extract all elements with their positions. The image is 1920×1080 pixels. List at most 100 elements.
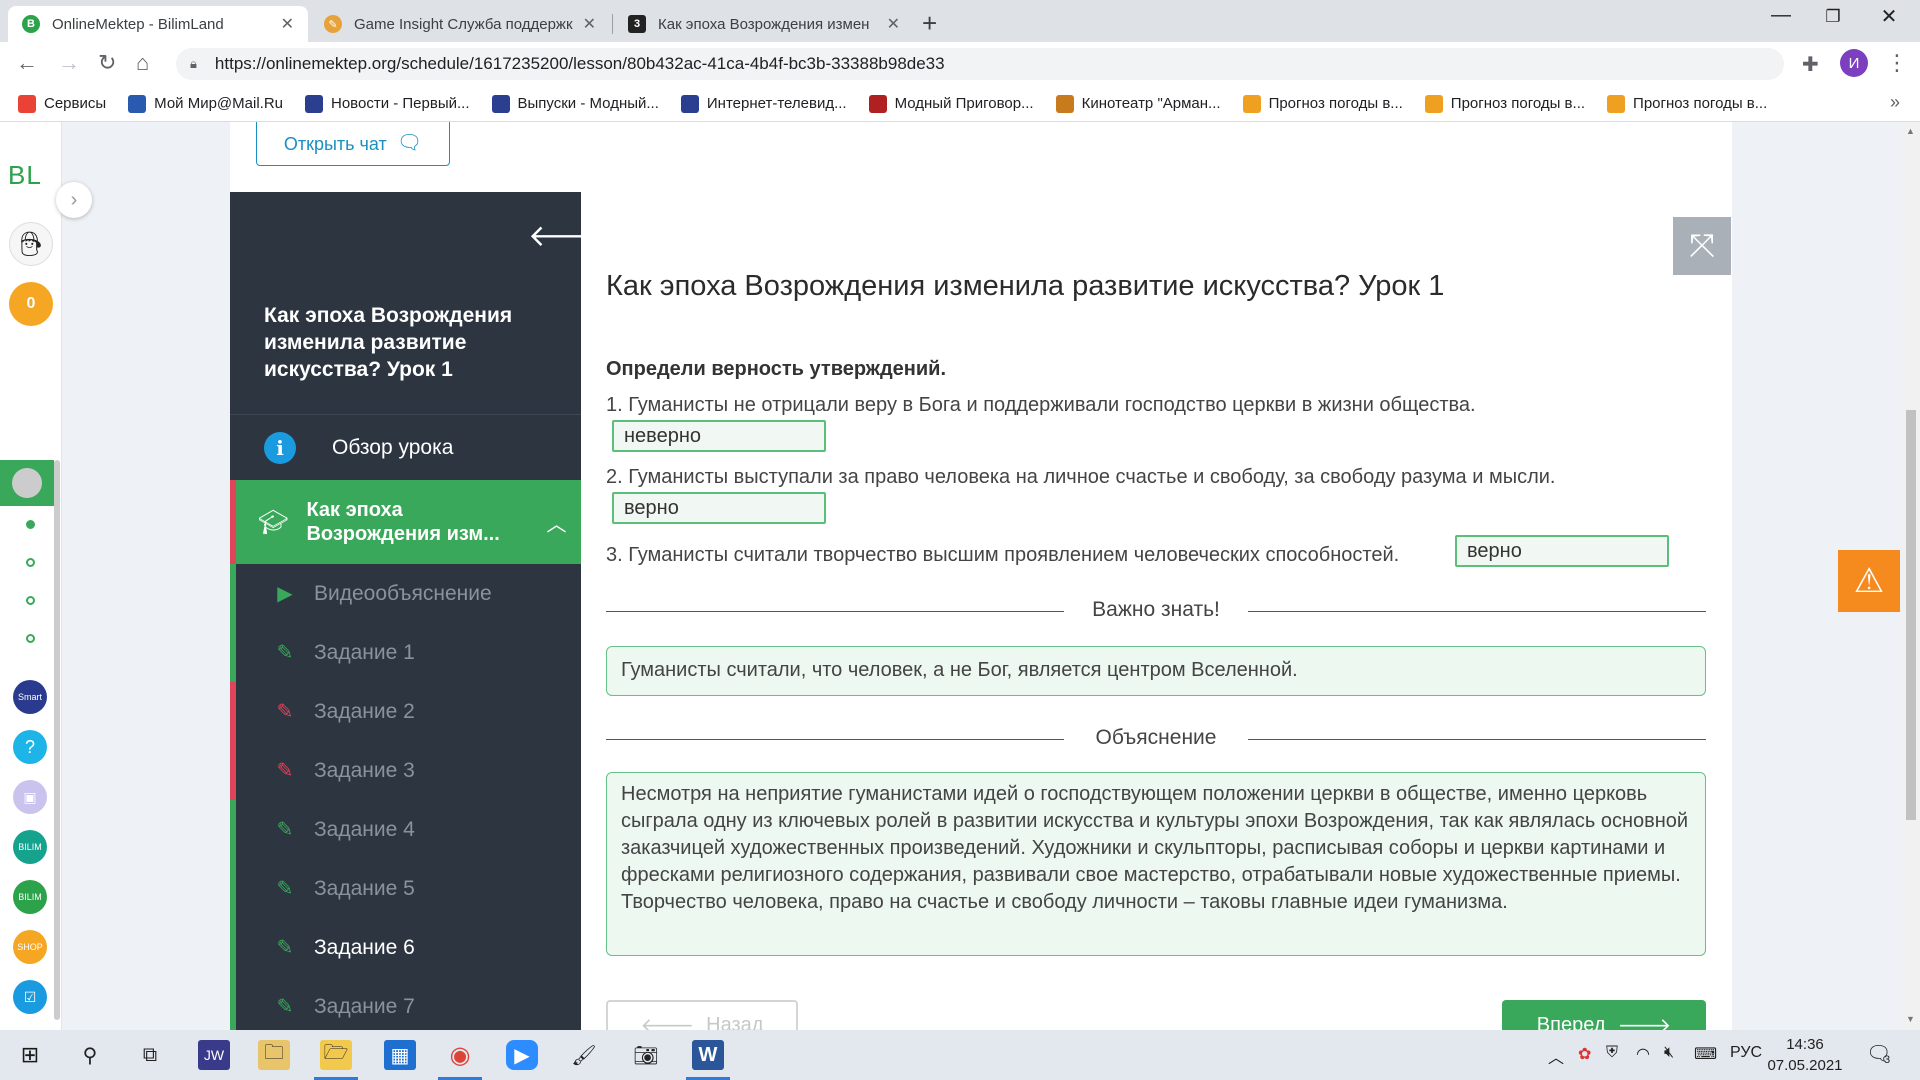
open-chat-button[interactable]: Открыть чат 🗨︎ — [256, 122, 450, 166]
rail-step-dot[interactable] — [26, 634, 35, 643]
back-arrow-icon: 🡐 — [640, 1014, 695, 1031]
bookmark-label: Прогноз погоды в... — [1633, 95, 1768, 112]
sidebar-task-item[interactable]: ✎ Задание 7 — [230, 977, 581, 1030]
sidebar-task-item[interactable]: ✎ Задание 4 — [230, 800, 581, 859]
search-icon[interactable]: ⚲ — [74, 1040, 106, 1070]
sidebar-task-item[interactable]: ▶ Видеообъяснение — [230, 564, 581, 623]
system-clock[interactable]: 14:36 07.05.2021 — [1760, 1034, 1850, 1076]
fullscreen-button[interactable]: ⤧ — [1673, 217, 1731, 275]
bookmark-favicon-icon — [1424, 94, 1443, 113]
expand-rail-chevron-icon[interactable]: › — [56, 182, 92, 218]
paint-app-icon[interactable]: 🖌︎ — [568, 1040, 600, 1070]
windows-start-icon[interactable]: ⊞ — [14, 1040, 46, 1070]
close-tab-icon[interactable]: ✕ — [887, 14, 900, 34]
restore-icon[interactable]: ❐ — [1810, 7, 1856, 27]
answer-field[interactable]: верно — [1455, 535, 1669, 567]
antivirus-tray-icon[interactable]: ✿ — [1578, 1044, 1591, 1064]
bilimland-logo[interactable]: BL — [8, 160, 42, 191]
sidebar-task-item[interactable]: ✎ Задание 5 — [230, 859, 581, 918]
close-window-icon[interactable]: ✕ — [1866, 4, 1912, 29]
rail-step-dot[interactable] — [26, 596, 35, 605]
explanation-title: Объяснение — [1095, 726, 1217, 749]
bookmark-item[interactable]: Модный Приговор... — [868, 94, 1034, 113]
bookmark-item[interactable]: Прогноз погоды в... — [1424, 94, 1585, 113]
notes-app-icon[interactable]: 🗀 — [258, 1040, 290, 1070]
bookmark-item[interactable]: Кинотеатр "Арман... — [1055, 94, 1221, 113]
rail-item-onlinemektep[interactable] — [0, 460, 54, 506]
scrollbar-thumb[interactable] — [1906, 410, 1916, 820]
speaker-muted-icon[interactable]: 🔇︎ — [1664, 1044, 1674, 1062]
chrome-icon[interactable]: ◉ — [444, 1040, 476, 1070]
sidebar-task-item[interactable]: ✎ Задание 1 — [230, 623, 581, 682]
explanation-box: Несмотря на неприятие гуманистами идей о… — [606, 772, 1706, 956]
rail-step-dot[interactable] — [26, 520, 35, 529]
profile-avatar[interactable]: И — [1840, 49, 1868, 77]
address-bar[interactable]: 🔒︎ https://onlinemektep.org/schedule/161… — [176, 48, 1784, 80]
extensions-puzzle-icon[interactable]: ✚ — [1802, 52, 1819, 77]
task-view-icon[interactable]: ⧉ — [134, 1040, 166, 1070]
home-icon[interactable]: ⌂ — [136, 50, 149, 76]
browser-tab-lesson[interactable]: 3 Как эпоха Возрождения измен ✕ — [614, 6, 914, 42]
collapse-sidebar-arrow-icon[interactable]: 🡐 — [528, 218, 581, 254]
word-app-icon[interactable]: W — [692, 1040, 724, 1070]
bookmark-item[interactable]: Мой Мир@Mail.Ru — [128, 94, 283, 113]
browser-menu-icon[interactable]: ⋮ — [1886, 50, 1908, 76]
bilim-app-icon[interactable]: BILIM — [13, 830, 47, 864]
sidebar-task-item[interactable]: ✎ Задание 6 — [230, 918, 581, 977]
sidebar-item-lesson[interactable]: 🎓︎ Как эпоха Возрождения изм... ︿ — [230, 480, 581, 564]
bookmark-item[interactable]: Сервисы — [18, 94, 106, 113]
reload-icon[interactable]: ↻ — [98, 50, 116, 76]
sidebar-task-item[interactable]: ✎ Задание 2 — [230, 682, 581, 741]
browser-tab-onlinemektep[interactable]: B OnlineMektep - BilimLand ✕ — [8, 6, 308, 42]
new-tab-button[interactable]: + — [922, 8, 937, 39]
zoom-app-icon[interactable]: ▶ — [506, 1040, 538, 1070]
security-shield-icon[interactable]: ⛨ — [1606, 1044, 1618, 1062]
file-explorer-icon[interactable]: 🗁 — [320, 1040, 352, 1070]
sidebar-task-item[interactable]: ✎ Задание 3 — [230, 741, 581, 800]
next-button[interactable]: Вперед 🡒 — [1502, 1000, 1706, 1030]
coins-badge[interactable]: 0 — [9, 282, 53, 326]
smart-nation-app-icon[interactable]: Smart — [13, 680, 47, 714]
wifi-icon[interactable]: ◠ — [1636, 1044, 1650, 1064]
sidebar-item-overview[interactable]: i Обзор урока — [230, 414, 581, 480]
input-language[interactable]: РУС — [1730, 1044, 1762, 1062]
page-scrollbar[interactable]: ▲ ▼ — [1902, 122, 1920, 1030]
close-tab-icon[interactable]: ✕ — [281, 14, 294, 34]
student-avatar[interactable]: 👦︎ — [9, 222, 53, 266]
help-icon[interactable]: ? — [13, 730, 47, 764]
bookmark-favicon-icon — [1055, 94, 1074, 113]
jw-app-icon[interactable]: JW — [198, 1040, 230, 1070]
keyboard-icon[interactable]: ⌨ — [1694, 1044, 1717, 1064]
bookmark-favicon-icon — [305, 94, 323, 113]
minimize-icon[interactable]: — — [1758, 4, 1804, 27]
test-app-icon[interactable]: ☑ — [13, 980, 47, 1014]
answer-field[interactable]: верно — [612, 492, 826, 524]
back-button[interactable]: 🡐 Назад — [606, 1000, 798, 1030]
bookmark-item[interactable]: Новости - Первый... — [305, 94, 470, 113]
bookmarks-overflow-icon[interactable]: » — [1890, 92, 1900, 113]
bilim-shop-app-icon[interactable]: SHOP — [13, 930, 47, 964]
rail-scrollbar[interactable] — [54, 460, 60, 1020]
bookmark-item[interactable]: Интернет-телевид... — [680, 94, 847, 113]
bookmark-favicon-icon — [128, 94, 147, 113]
rail-step-dot[interactable] — [26, 558, 35, 567]
tray-expand-chevron-icon[interactable]: ︿ — [1548, 1044, 1564, 1068]
answer-field[interactable]: неверно — [612, 420, 826, 452]
chevron-up-icon[interactable]: ︿ — [546, 508, 566, 537]
report-problem-warning-icon[interactable]: ⚠ — [1838, 550, 1900, 612]
back-arrow-icon[interactable]: ← — [16, 50, 38, 76]
close-tab-icon[interactable]: ✕ — [583, 14, 596, 34]
browser-tab-game-insight[interactable]: ✎ Game Insight Служба поддержк ✕ — [310, 6, 610, 42]
scroll-down-icon[interactable]: ▼ — [1906, 1014, 1915, 1024]
media-app-icon[interactable]: ▣ — [13, 780, 47, 814]
bookmark-item[interactable]: Выпуски - Модный... — [491, 94, 659, 113]
clock-date: 07.05.2021 — [1767, 1057, 1843, 1074]
camera-app-icon[interactable]: 📷︎ — [630, 1040, 662, 1070]
scroll-up-icon[interactable]: ▲ — [1906, 126, 1915, 136]
store-app-icon[interactable]: ▦ — [384, 1040, 416, 1070]
bookmark-item[interactable]: Прогноз погоды в... — [1607, 94, 1768, 113]
tab-title: Game Insight Служба поддержк — [354, 15, 573, 33]
forward-arrow-icon[interactable]: → — [58, 50, 80, 76]
bilimland-app-icon[interactable]: BILIM — [13, 880, 47, 914]
bookmark-item[interactable]: Прогноз погоды в... — [1242, 94, 1403, 113]
